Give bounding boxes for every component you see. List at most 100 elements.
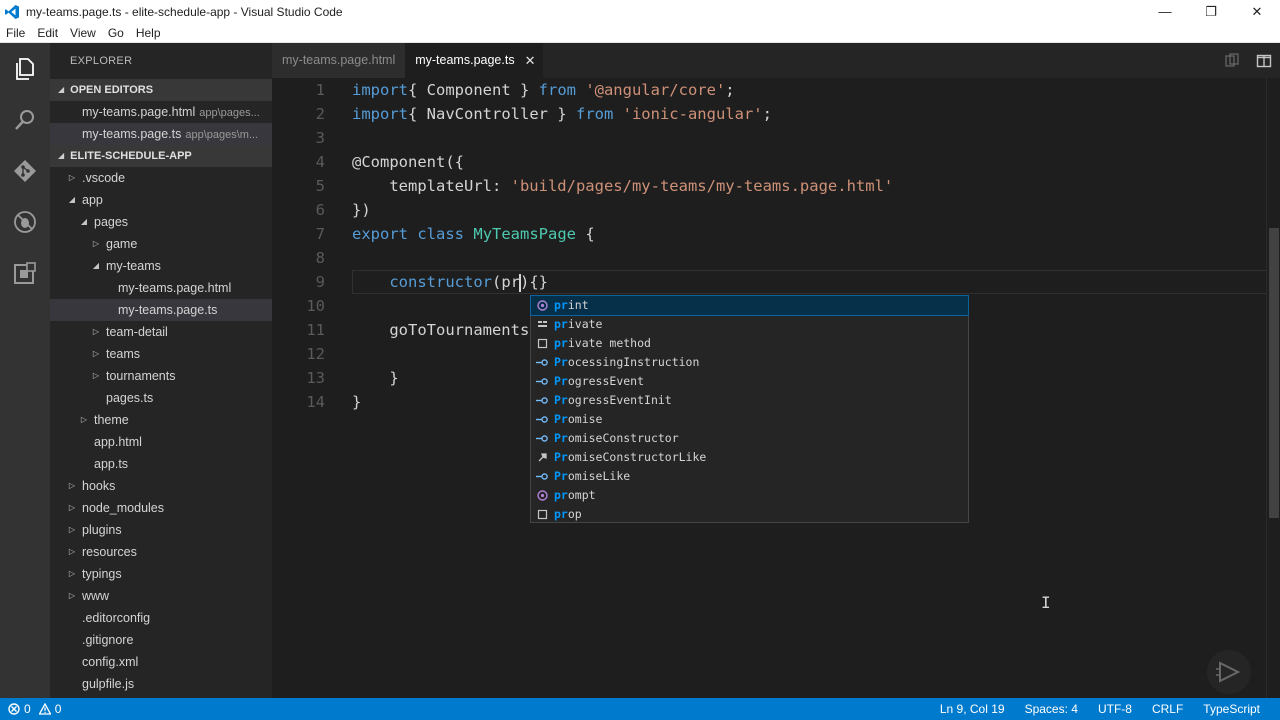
tree-folder[interactable]: ▷ www bbox=[50, 585, 272, 607]
open-editors-header[interactable]: ◢ OPEN EDITORS bbox=[50, 79, 272, 101]
suggest-rest: omiseLike bbox=[567, 469, 631, 483]
project-header[interactable]: ◢ ELITE-SCHEDULE-APP bbox=[50, 145, 272, 167]
git-activity[interactable] bbox=[0, 145, 50, 196]
tree-folder[interactable]: ▷ resources bbox=[50, 541, 272, 563]
vertical-scrollbar[interactable] bbox=[1266, 78, 1280, 698]
code-token: '@angular/core' bbox=[575, 81, 726, 99]
extensions-activity[interactable] bbox=[0, 247, 50, 298]
menu-go[interactable]: Go bbox=[102, 26, 130, 40]
function-kind-icon bbox=[536, 300, 548, 312]
line-content: } bbox=[352, 366, 398, 390]
suggest-item[interactable]: PromiseLike bbox=[531, 467, 968, 486]
tree-folder[interactable]: ◢ my-teams bbox=[50, 255, 272, 277]
suggest-rest: ompt bbox=[567, 488, 596, 502]
tree-file[interactable]: gulpfile.js bbox=[50, 673, 272, 695]
code-token: 'build/pages/my-teams/my-teams.page.html… bbox=[510, 177, 894, 195]
tree-folder[interactable]: ▷ plugins bbox=[50, 519, 272, 541]
tab-my-teams-page-html[interactable]: my-teams.page.html bbox=[272, 43, 406, 78]
scrollbar-thumb[interactable] bbox=[1269, 228, 1279, 518]
errors-icon[interactable]: 0 bbox=[8, 702, 31, 716]
menu-edit[interactable]: Edit bbox=[31, 26, 64, 40]
suggest-rest: omise bbox=[567, 412, 603, 426]
suggest-label: prop bbox=[554, 505, 582, 524]
open-editors-list: my-teams.page.html app\pages... my-teams.p… bbox=[50, 101, 272, 145]
tree-file[interactable]: .gitignore bbox=[50, 629, 272, 651]
tree-file[interactable]: .editorconfig bbox=[50, 607, 272, 629]
close-icon[interactable]: ✕ bbox=[525, 43, 536, 78]
warnings-icon[interactable]: 0 bbox=[38, 702, 61, 716]
tree-file[interactable]: my-teams.page.html bbox=[50, 277, 272, 299]
code-line: 3 bbox=[272, 126, 1262, 150]
tree-file[interactable]: my-teams.page.ts bbox=[50, 299, 272, 321]
debug-activity[interactable] bbox=[0, 196, 50, 247]
tree-folder[interactable]: ▷ team-detail bbox=[50, 321, 272, 343]
suggest-label: PromiseConstructorLike bbox=[554, 448, 706, 467]
menu-view[interactable]: View bbox=[64, 26, 102, 40]
close-window-button[interactable]: ✕ bbox=[1234, 0, 1280, 23]
restore-button[interactable]: ❐ bbox=[1188, 0, 1234, 23]
suggest-item[interactable]: ProgressEvent bbox=[531, 372, 968, 391]
play-icon bbox=[1216, 661, 1241, 683]
code-token: { bbox=[576, 225, 595, 243]
cursor-position[interactable]: Ln 9, Col 19 bbox=[930, 702, 1015, 716]
chevron-right-icon: ▷ bbox=[68, 173, 76, 182]
encoding-setting[interactable]: UTF-8 bbox=[1088, 702, 1142, 716]
menu-help[interactable]: Help bbox=[130, 26, 167, 40]
explorer-activity[interactable] bbox=[0, 43, 50, 94]
open-editor-item[interactable]: my-teams.page.ts app\pages\m... bbox=[50, 123, 272, 145]
tree-file[interactable]: config.xml bbox=[50, 651, 272, 673]
tree-folder[interactable]: ▷ theme bbox=[50, 409, 272, 431]
tree-folder[interactable]: ◢ app bbox=[50, 189, 272, 211]
interface-kind-icon bbox=[536, 471, 548, 483]
search-icon bbox=[15, 109, 34, 130]
suggest-item[interactable]: PromiseConstructorLike bbox=[531, 448, 968, 467]
tree-folder[interactable]: ▷ typings bbox=[50, 563, 272, 585]
tree-folder[interactable]: ▷ game bbox=[50, 233, 272, 255]
line-content: @Component({ bbox=[352, 150, 464, 174]
tree-folder[interactable]: ▷ hooks bbox=[50, 475, 272, 497]
tree-folder[interactable]: ◢ pages bbox=[50, 211, 272, 233]
line-content: goToTournaments bbox=[352, 318, 529, 342]
suggest-match: pr bbox=[554, 488, 568, 502]
code-token: 'ionic-angular' bbox=[613, 105, 763, 123]
minimize-button[interactable]: — bbox=[1142, 0, 1188, 23]
tree-folder[interactable]: ▷ tournaments bbox=[50, 365, 272, 387]
tree-file[interactable]: pages.ts bbox=[50, 387, 272, 409]
tree-label: app.ts bbox=[94, 457, 129, 471]
suggest-item[interactable]: print bbox=[530, 295, 969, 316]
tree-folder[interactable]: ▷ .vscode bbox=[50, 167, 272, 189]
suggest-item[interactable]: ProcessingInstruction bbox=[531, 353, 968, 372]
suggest-match: pr bbox=[554, 317, 568, 331]
search-activity[interactable] bbox=[0, 94, 50, 145]
eol-setting[interactable]: CRLF bbox=[1142, 702, 1193, 716]
open-changes-icon[interactable] bbox=[1216, 43, 1248, 78]
tree-file[interactable]: app.html bbox=[50, 431, 272, 453]
tree-folder[interactable]: ▷ teams bbox=[50, 343, 272, 365]
play-overlay-button[interactable] bbox=[1207, 650, 1251, 694]
chevron-down-icon: ◢ bbox=[58, 85, 65, 94]
suggest-item[interactable]: private bbox=[531, 315, 968, 334]
text-cursor-icon: I bbox=[1041, 593, 1051, 612]
suggest-item[interactable]: ProgressEventInit bbox=[531, 391, 968, 410]
tree-label: www bbox=[82, 589, 110, 603]
tree-label: tournaments bbox=[106, 369, 176, 383]
suggest-item[interactable]: prop bbox=[531, 505, 968, 524]
code-line: 4 @Component({ bbox=[272, 150, 1262, 174]
menu-file[interactable]: File bbox=[0, 26, 31, 40]
suggest-item[interactable]: private method bbox=[531, 334, 968, 353]
suggest-item[interactable]: PromiseConstructor bbox=[531, 429, 968, 448]
suggest-rest: ocessingInstruction bbox=[567, 355, 700, 369]
suggest-item[interactable]: prompt bbox=[531, 486, 968, 505]
split-editor-icon[interactable] bbox=[1248, 43, 1280, 78]
open-editor-item[interactable]: my-teams.page.html app\pages... bbox=[50, 101, 272, 123]
language-mode[interactable]: TypeScript bbox=[1193, 702, 1280, 716]
indentation-setting[interactable]: Spaces: 4 bbox=[1015, 702, 1088, 716]
tab-my-teams-page-ts[interactable]: my-teams.page.ts ✕ bbox=[405, 43, 544, 78]
suggest-item[interactable]: Promise bbox=[531, 410, 968, 429]
tree-folder[interactable]: ▷ node_modules bbox=[50, 497, 272, 519]
line-content: export class MyTeamsPage { bbox=[352, 222, 595, 246]
line-content: constructor(pr){} bbox=[352, 270, 548, 294]
tree-file[interactable]: app.ts bbox=[50, 453, 272, 475]
line-content: templateUrl: 'build/pages/my-teams/my-te… bbox=[352, 174, 893, 198]
chevron-right-icon: ▷ bbox=[80, 415, 88, 424]
